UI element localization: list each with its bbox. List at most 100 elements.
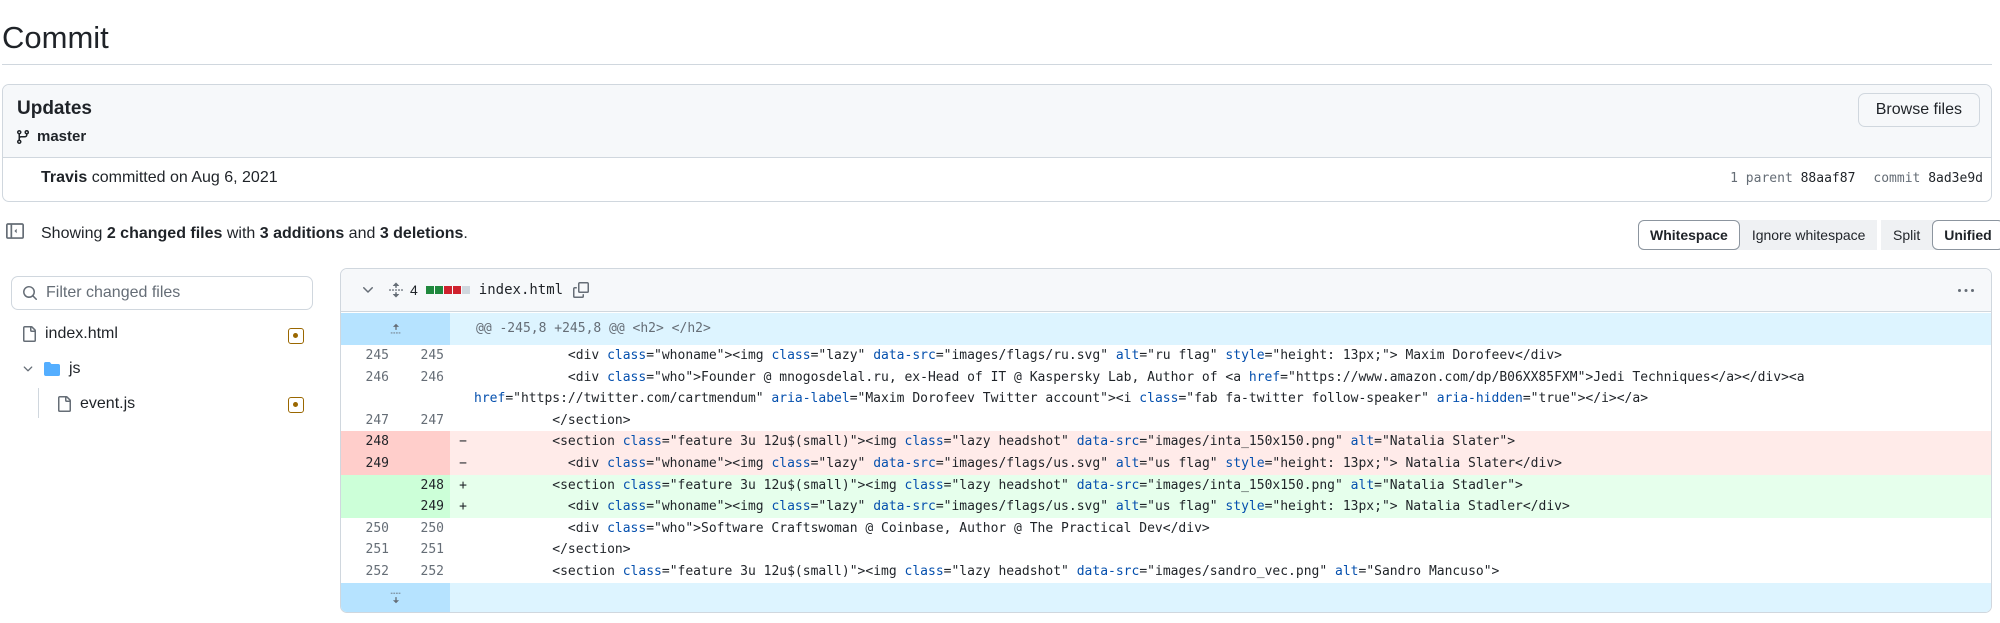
kebab-horizontal-icon[interactable] — [1957, 283, 1975, 299]
changes-summary: Showing 2 changed files with 3 additions… — [41, 225, 468, 242]
ignore-whitespace-button[interactable]: Ignore whitespace — [1739, 220, 1878, 250]
old-line-number[interactable] — [341, 496, 395, 518]
commit-author-line: Travis committed on Aug 6, 2021 — [41, 169, 278, 187]
filter-files-input[interactable] — [46, 284, 296, 302]
hunk-header-row: @@ -245,8 +245,8 @@ <h2> </h2> — [341, 313, 1991, 345]
file-icon — [23, 326, 36, 342]
sidebar-toggle-icon[interactable] — [6, 222, 24, 245]
old-line-number[interactable]: 245 — [341, 345, 395, 367]
diffstat-block — [425, 286, 434, 294]
modified-icon — [288, 397, 304, 413]
diff-sign: − — [459, 455, 467, 471]
diff-line-ctx: 252 252 <section class="feature 3u 12u$(s… — [341, 561, 1991, 583]
code-line: <section class="feature 3u 12u$(small)">… — [474, 563, 1500, 579]
old-line-number[interactable]: 249 — [341, 452, 395, 475]
commit-summary-box: Updates master Browse files Travis commi… — [2, 84, 1992, 202]
code-line: <section class="feature 3u 12u$(small)">… — [474, 434, 1516, 450]
commit-meta: 1 parent 88aaf87 commit 8ad3e9d — [1730, 171, 1983, 186]
old-line-number[interactable]: 248 — [341, 431, 395, 453]
modified-icon — [288, 328, 304, 344]
tree-file-event[interactable]: event.js — [56, 395, 135, 413]
file-diff: 4 index.html @@ -245,8 +245,8 @@ <h2> </… — [340, 268, 1992, 613]
parent-label: 1 parent — [1730, 171, 1793, 186]
commit-date-text: committed on Aug 6, 2021 — [87, 169, 278, 186]
old-line-number[interactable]: 252 — [341, 561, 395, 583]
code-line: <div class="whoname"><img class="lazy" d… — [474, 455, 1562, 471]
expand-up-icon[interactable] — [341, 313, 450, 345]
old-line-number[interactable]: 247 — [341, 410, 395, 432]
unified-view-button[interactable]: Unified — [1932, 220, 2000, 250]
code-line: </section> — [474, 542, 631, 558]
change-count: 4 — [410, 282, 418, 298]
new-line-number[interactable]: 250 — [395, 518, 450, 540]
tree-file-label: event.js — [80, 395, 136, 412]
hunk-header: @@ -245,8 +245,8 @@ <h2> </h2> — [476, 321, 711, 336]
diffstat-block — [452, 286, 461, 294]
expand-down-row — [341, 582, 1991, 612]
page-title: Commit — [2, 20, 109, 55]
diff-line-ctx: 251 251 </section> — [341, 539, 1991, 561]
diff-line-add: 248 + <section class="feature 3u 12u$(sma… — [341, 474, 1991, 497]
code-line: <div class="who">Founder @ mnogosdelal.r… — [474, 369, 1813, 407]
new-line-number[interactable] — [395, 452, 450, 475]
diff-lines: @@ -245,8 +245,8 @@ <h2> </h2> 245 245 <d… — [341, 313, 1991, 612]
old-line-number[interactable] — [341, 474, 395, 497]
chevron-down-icon[interactable] — [360, 282, 376, 298]
diff-line-ctx: 250 250 <div class="who">Software Craftsw… — [341, 518, 1991, 540]
diff-sign: + — [459, 499, 467, 515]
diff-line-ctx: 246 246 <div class="who">Founder @ mnogos… — [341, 367, 1991, 410]
tree-folder-label: js — [69, 360, 81, 377]
diff-line-add: 249 + <div class="whoname"><img class="la… — [341, 496, 1991, 518]
split-view-button[interactable]: Split — [1881, 220, 1933, 250]
diff-sign — [450, 518, 474, 540]
tree-indent-guide — [38, 388, 39, 418]
branch-link[interactable]: master — [15, 128, 86, 145]
browse-files-button[interactable]: Browse files — [1857, 93, 1980, 127]
old-line-number[interactable]: 250 — [341, 518, 395, 540]
unfold-icon[interactable] — [388, 282, 404, 298]
tree-file-index[interactable]: index.html — [21, 325, 118, 343]
copy-icon[interactable] — [573, 282, 590, 298]
commit-header: Updates master Browse files — [3, 85, 1991, 158]
new-line-number[interactable]: 249 — [395, 496, 450, 518]
whitespace-button[interactable]: Whitespace — [1638, 220, 1740, 250]
new-line-number[interactable]: 251 — [395, 539, 450, 561]
diff-sign — [450, 345, 474, 367]
diffstat-block — [443, 286, 452, 294]
new-line-number[interactable]: 252 — [395, 561, 450, 583]
filter-files-field — [11, 276, 313, 310]
tree-file-label: index.html — [45, 325, 118, 342]
tree-folder-js[interactable]: js — [21, 360, 81, 378]
old-line-number[interactable]: 251 — [341, 539, 395, 561]
old-line-number[interactable]: 246 — [341, 367, 395, 410]
new-line-number[interactable]: 247 — [395, 410, 450, 432]
code-line: <section class="feature 3u 12u$(small)">… — [474, 477, 1523, 493]
diff-sign — [450, 539, 474, 561]
commit-sha: 8ad3e9d — [1928, 171, 1983, 186]
diff-file-name[interactable]: index.html — [479, 282, 563, 298]
title-divider — [2, 64, 1992, 65]
new-line-number[interactable]: 246 — [395, 367, 450, 410]
code-line: </section> — [474, 412, 631, 428]
diffstat-bar — [425, 286, 470, 294]
diff-sign: − — [459, 434, 467, 450]
diff-line-ctx: 247 247 </section> — [341, 410, 1991, 432]
search-icon — [23, 286, 37, 300]
author-name[interactable]: Travis — [41, 169, 87, 186]
file-icon — [58, 396, 71, 412]
diff-sign — [450, 561, 474, 583]
diff-view-toggle-group: Split Unified — [1881, 220, 2000, 250]
new-line-number[interactable]: 248 — [395, 474, 450, 497]
folder-icon — [44, 362, 60, 376]
new-line-number[interactable]: 245 — [395, 345, 450, 367]
code-rows: 245 245 <div class="whoname"><img class="… — [341, 345, 1991, 583]
branch-name: master — [37, 128, 87, 145]
commit-message: Updates — [17, 98, 92, 119]
code-line: <div class="who">Software Craftswoman @ … — [474, 520, 1210, 536]
parent-sha-link[interactable]: 88aaf87 — [1801, 171, 1856, 186]
chevron-down-icon — [23, 366, 33, 372]
diff-sign: + — [459, 477, 467, 493]
expand-down-icon[interactable] — [341, 582, 450, 612]
new-line-number[interactable] — [395, 431, 450, 453]
code-line: <div class="whoname"><img class="lazy" d… — [474, 499, 1570, 515]
